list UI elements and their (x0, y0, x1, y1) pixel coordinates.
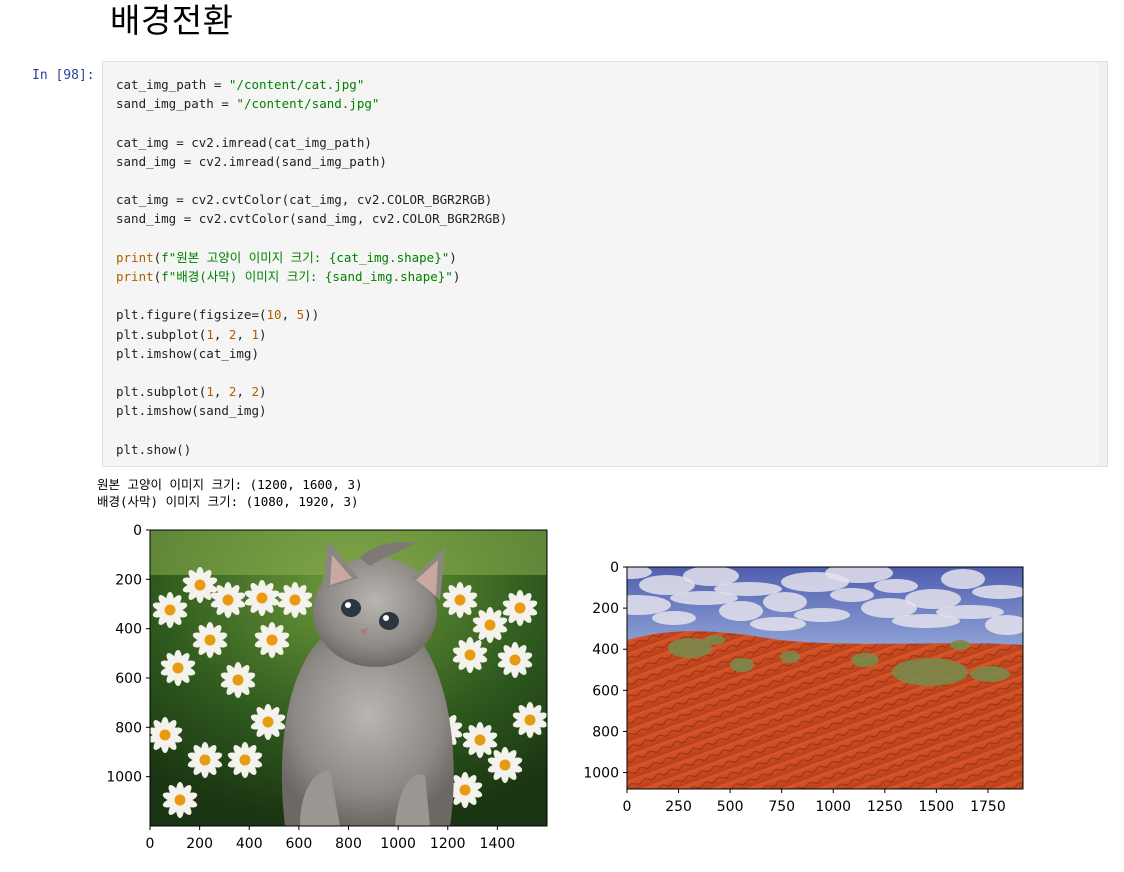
x-tick-label: 200 (186, 836, 213, 852)
y-tick-label: 600 (115, 671, 142, 687)
x-tick-label: 400 (236, 836, 263, 852)
y-tick-label: 200 (115, 572, 142, 588)
x-tick-label: 1200 (430, 836, 466, 852)
y-tick-label: 1000 (106, 770, 142, 786)
x-tick-label: 1400 (480, 836, 516, 852)
y-tick-label: 800 (115, 720, 142, 736)
x-tick-label: 0 (146, 836, 155, 852)
x-tick-label: 1000 (380, 836, 416, 852)
x-tick-label: 800 (335, 836, 362, 852)
y-tick-label: 400 (115, 622, 142, 638)
x-tick-label: 600 (286, 836, 313, 852)
y-tick-label: 0 (133, 523, 142, 539)
cat-image-plot: 0 200 400 600 800 1000 1200 1400 0 200 400 600 800 10… (106, 523, 548, 852)
